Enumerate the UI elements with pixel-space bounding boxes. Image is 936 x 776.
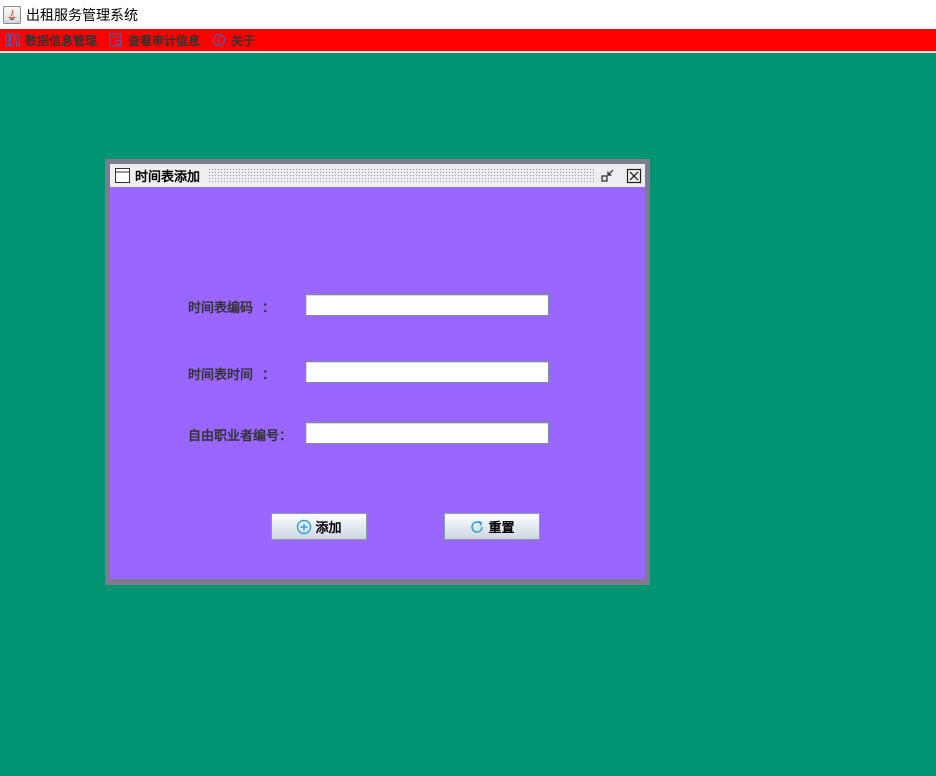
window-titlebar: 出租服务管理系统 — [0, 0, 936, 29]
add-button-label: 添加 — [315, 521, 342, 536]
titlebar-grip — [208, 168, 594, 183]
timetable-time-label: 时间表时间 ： — [188, 368, 276, 383]
freelancer-id-input[interactable] — [305, 422, 549, 444]
java-app-icon — [3, 5, 21, 24]
menu-data-management[interactable]: 数据信息管理 — [0, 29, 103, 51]
audit-icon — [108, 32, 124, 48]
reset-button-label: 重置 — [488, 521, 515, 536]
menu-bar: 数据信息管理 查看审计信息 关于 — [0, 29, 936, 51]
freelancer-id-label: 自由职业者编号： — [188, 429, 293, 444]
close-icon[interactable] — [626, 168, 642, 184]
menu-about[interactable]: 关于 — [206, 29, 261, 51]
menu-label: 关于 — [231, 33, 256, 48]
timetable-code-input[interactable] — [305, 294, 549, 316]
plus-circle-icon — [296, 519, 312, 535]
timetable-time-input[interactable] — [305, 361, 549, 383]
internal-frame-body: 时间表编码 ： 时间表时间 ： 自由职业者编号： 添加 重置 — [110, 187, 645, 579]
books-icon — [5, 32, 21, 48]
menu-label: 数据信息管理 — [25, 33, 98, 48]
app-title: 出租服务管理系统 — [26, 7, 138, 24]
refresh-icon — [469, 519, 485, 535]
internal-frame-title: 时间表添加 — [135, 170, 201, 185]
add-button[interactable]: 添加 — [271, 513, 367, 540]
timetable-code-label: 时间表编码 ： — [188, 301, 276, 316]
internal-frame-timetable-add: 时间表添加 时间表编码 ： 时间表时间 ： 自由职业者编号： 添加 重置 — [105, 159, 650, 585]
reset-button[interactable]: 重置 — [444, 513, 540, 540]
window-icon — [115, 168, 130, 183]
menu-view-audit[interactable]: 查看审计信息 — [103, 29, 206, 51]
info-icon — [211, 32, 227, 48]
menu-label: 查看审计信息 — [128, 33, 201, 48]
restore-icon[interactable] — [600, 168, 616, 184]
internal-frame-titlebar[interactable]: 时间表添加 — [110, 164, 645, 187]
